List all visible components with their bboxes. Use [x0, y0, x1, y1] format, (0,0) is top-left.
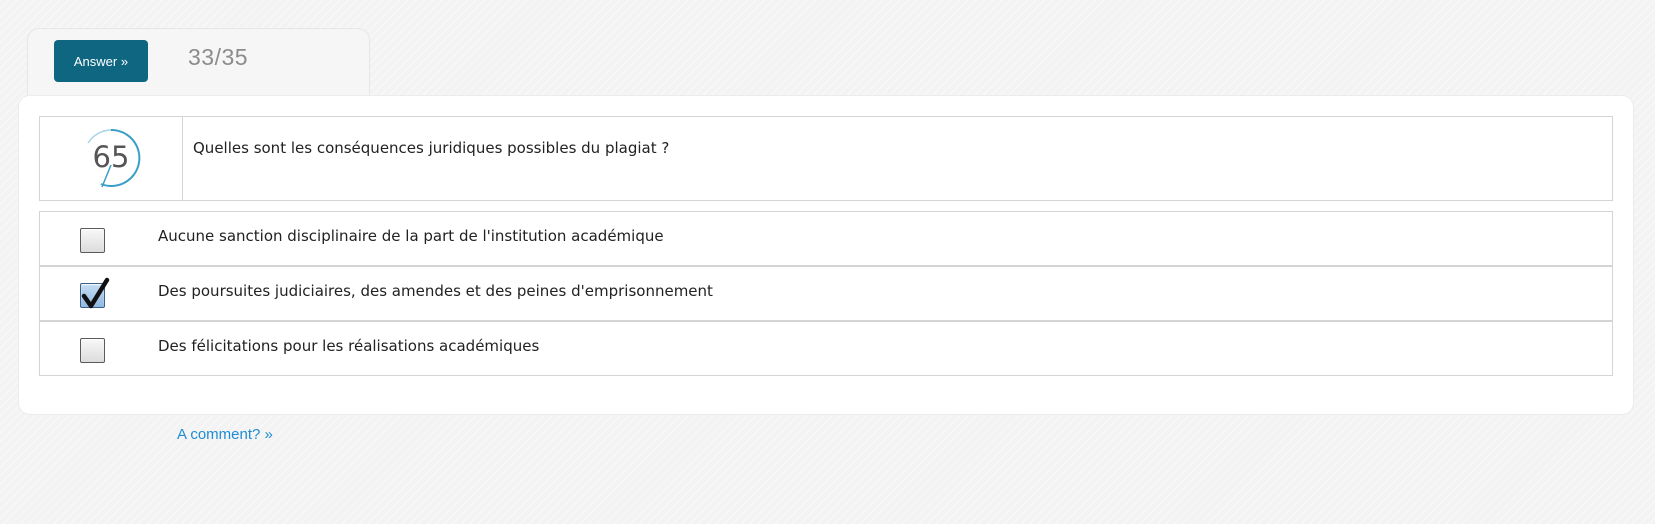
option-1-checkbox[interactable] — [80, 228, 105, 253]
answer-option-3[interactable]: Des félicitations pour les réalisations … — [39, 321, 1613, 376]
option-1-text: Aucune sanction disciplinaire de la part… — [158, 227, 664, 245]
answer-button[interactable]: Answer » — [54, 40, 148, 82]
option-2-text: Des poursuites judiciaires, des amendes … — [158, 282, 713, 300]
question-text: Quelles sont les conséquences juridiques… — [193, 139, 670, 157]
answer-option-1[interactable]: Aucune sanction disciplinaire de la part… — [39, 211, 1613, 266]
question-box: 65 Quelles sont les conséquences juridiq… — [39, 116, 1613, 201]
logo-text: 65 — [93, 140, 130, 174]
option-3-checkbox[interactable] — [80, 338, 105, 363]
checkmark-icon — [81, 277, 110, 309]
progress-counter: 33/35 — [188, 44, 249, 70]
comment-link[interactable]: A comment? » — [177, 426, 273, 443]
option-3-text: Des félicitations pour les réalisations … — [158, 337, 540, 355]
question-logo-cell: 65 — [40, 117, 183, 200]
option-2-checkbox[interactable] — [80, 277, 110, 309]
logo-65-icon: 65 — [87, 128, 141, 188]
answer-option-2[interactable]: Des poursuites judiciaires, des amendes … — [39, 266, 1613, 321]
